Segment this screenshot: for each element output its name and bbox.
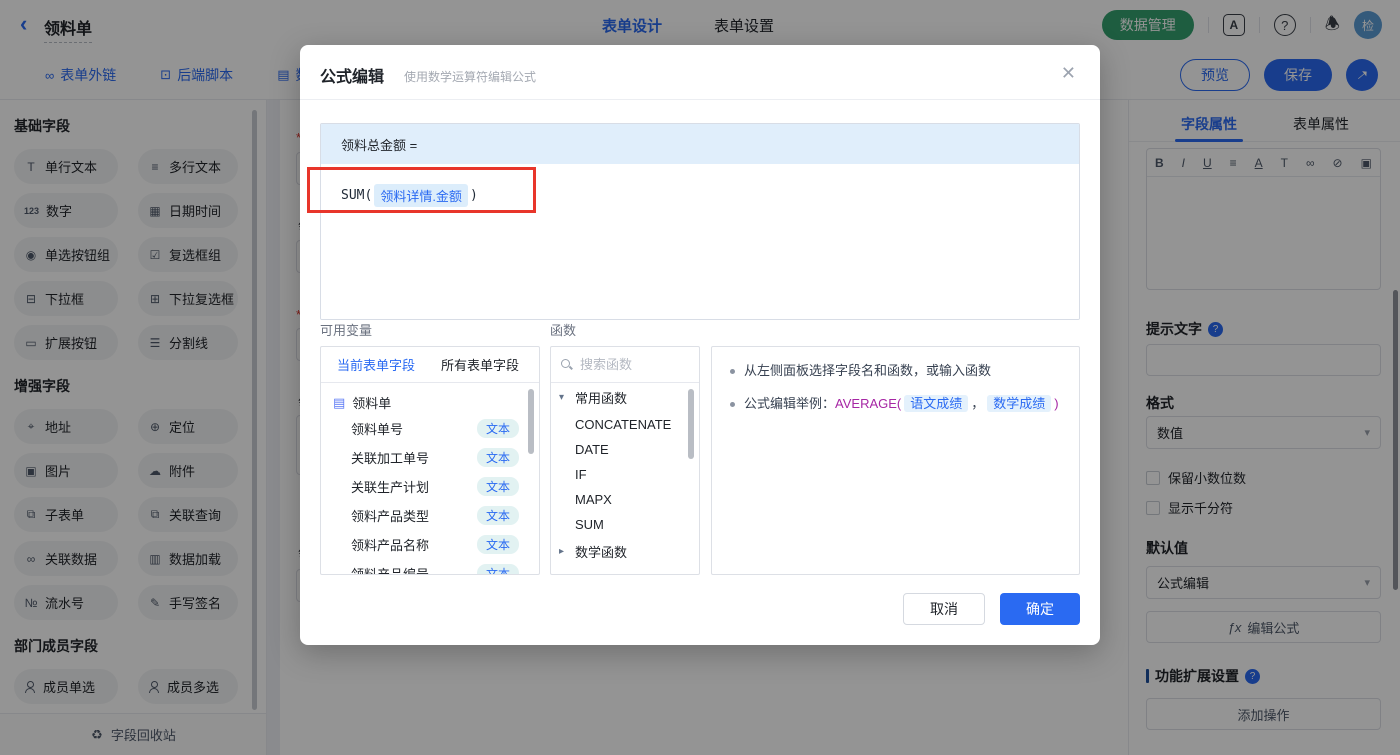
function-group-math[interactable]: ▸ 数学函数 (551, 537, 699, 566)
formula-editor-modal: 公式编辑 使用数学运算符编辑公式 ✕ 领料总金额 = SUM( 领料详情.金额 … (300, 45, 1100, 645)
bullet-icon (730, 369, 735, 374)
modal-subtitle: 使用数学运算符编辑公式 (404, 70, 537, 84)
type-badge: 文本 (476, 506, 519, 525)
tab-current-form-fields[interactable]: 当前表单字段 (337, 355, 415, 374)
help-close-paren: ) (1054, 396, 1059, 411)
formula-function-text: SUM( (341, 188, 373, 203)
variables-scrollbar[interactable] (528, 389, 534, 454)
functions-panel: ▾常用函数 CONCATENATE DATE IF MAPX SUM ▸数学函数… (550, 346, 700, 575)
function-item-if[interactable]: IF (551, 462, 699, 487)
function-item-date[interactable]: DATE (551, 437, 699, 462)
variable-row[interactable]: 领料产品编号 文本 (321, 559, 539, 574)
type-badge: 文本 (476, 477, 519, 496)
variables-label: 可用变量 (320, 323, 373, 338)
variable-row[interactable]: 领料产品名称 文本 (321, 530, 539, 559)
functions-scrollbar[interactable] (688, 389, 694, 459)
function-item-concatenate[interactable]: CONCATENATE (551, 412, 699, 437)
formula-close-paren: ) (469, 188, 478, 203)
help-line-2: 公式编辑举例：AVERAGE(语文成绩，数学成绩) (730, 394, 1061, 414)
search-icon (561, 359, 572, 370)
formula-editor[interactable]: 领料总金额 = SUM( 领料详情.金额 ) (320, 123, 1080, 320)
variable-row[interactable]: 关联加工单号 文本 (321, 443, 539, 472)
chevron-expanded-icon: ▾ (559, 392, 565, 403)
tab-all-form-fields[interactable]: 所有表单字段 (441, 355, 519, 374)
help-comma: ， (971, 396, 985, 411)
type-badge: 文本 (476, 419, 519, 438)
function-item-mapx[interactable]: MAPX (551, 487, 699, 512)
help-example-prefix: 公式编辑举例： (744, 396, 836, 411)
help-panel: 从左侧面板选择字段名和函数，或输入函数 公式编辑举例：AVERAGE(语文成绩，… (711, 346, 1080, 575)
formula-field-token[interactable]: 领料详情.金额 (374, 184, 468, 207)
variable-row[interactable]: 领料单号 文本 (321, 414, 539, 443)
help-example-function: AVERAGE( (835, 396, 902, 411)
variables-panel: 当前表单字段 所有表单字段 ▤ 领料单 领料单号 文本 关联加工单号 文本 关联生产… (320, 346, 540, 575)
bullet-icon (730, 402, 735, 407)
variable-row[interactable]: 关联生产计划 文本 (321, 472, 539, 501)
formula-target: 领料总金额 = (321, 124, 1079, 164)
help-line-1: 从左侧面板选择字段名和函数，或输入函数 (730, 361, 1061, 381)
cancel-button[interactable]: 取消 (903, 593, 985, 625)
functions-label: 函数 (550, 323, 577, 338)
modal-title: 公式编辑 (320, 69, 385, 86)
function-group-text[interactable]: ▸文本函数 (551, 566, 699, 574)
variable-row[interactable]: 领料产品类型 文本 (321, 501, 539, 530)
function-item-sum[interactable]: SUM (551, 512, 699, 537)
type-badge: 文本 (476, 448, 519, 467)
type-badge: 文本 (476, 535, 519, 554)
formula-body[interactable]: SUM( 领料详情.金额 ) (321, 164, 1079, 319)
divider (300, 99, 1100, 100)
help-token-math-score: 数学成绩 (987, 395, 1052, 412)
document-icon: ▤ (333, 394, 346, 410)
chevron-collapsed-icon: ▸ (559, 546, 565, 557)
confirm-button[interactable]: 确定 (1000, 593, 1080, 625)
app-screen: ‹ 领料单 表单设计 表单设置 数据管理 A ? 🕭 检 ∞ 表单外链 ⊡ 后端脚本… (0, 0, 1400, 755)
help-token-chinese-score: 语文成绩 (904, 395, 969, 412)
variables-tree-root[interactable]: ▤ 领料单 (321, 383, 539, 414)
close-icon[interactable]: ✕ (1061, 63, 1076, 84)
type-badge: 文本 (476, 564, 519, 574)
function-search-input[interactable] (580, 357, 680, 372)
function-group-common[interactable]: ▾ 常用函数 (551, 383, 699, 412)
function-search (551, 347, 699, 383)
